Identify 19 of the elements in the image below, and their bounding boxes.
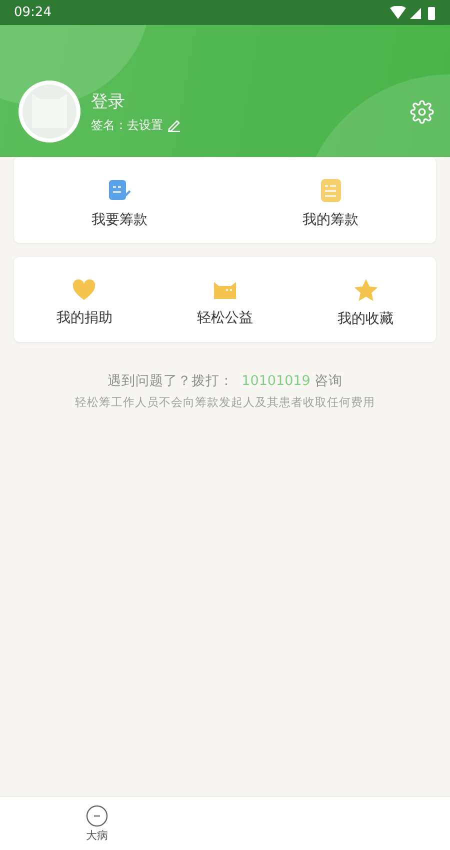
- clock: 09:24: [14, 5, 52, 20]
- cat-icon: [212, 279, 237, 301]
- menu-item[interactable]: 我的收藏: [295, 257, 436, 342]
- menu-item[interactable]: 轻松公益: [154, 257, 296, 342]
- avatar[interactable]: [18, 80, 81, 143]
- menu-item[interactable]: 我的捐助: [14, 257, 155, 342]
- notice-text: 轻松筹工作人员不会向筹款发起人及其患者收取任何费用: [75, 395, 375, 410]
- heart-icon: [72, 279, 96, 301]
- menu-item[interactable]: 我的筹款: [225, 157, 436, 243]
- document-pen-icon: [108, 179, 132, 203]
- settings-icon[interactable]: [410, 100, 434, 124]
- menu-item[interactable]: 我要筹款: [14, 157, 225, 243]
- pencil-icon[interactable]: [167, 118, 181, 132]
- document-icon: [320, 179, 342, 203]
- status-icons: [390, 6, 436, 20]
- nav-tab[interactable]: 大病: [86, 804, 108, 842]
- star-icon: [354, 279, 378, 302]
- circle-icon: [86, 804, 108, 826]
- help-text: 遇到问题了？拨打： 10101019 咨询: [108, 372, 342, 390]
